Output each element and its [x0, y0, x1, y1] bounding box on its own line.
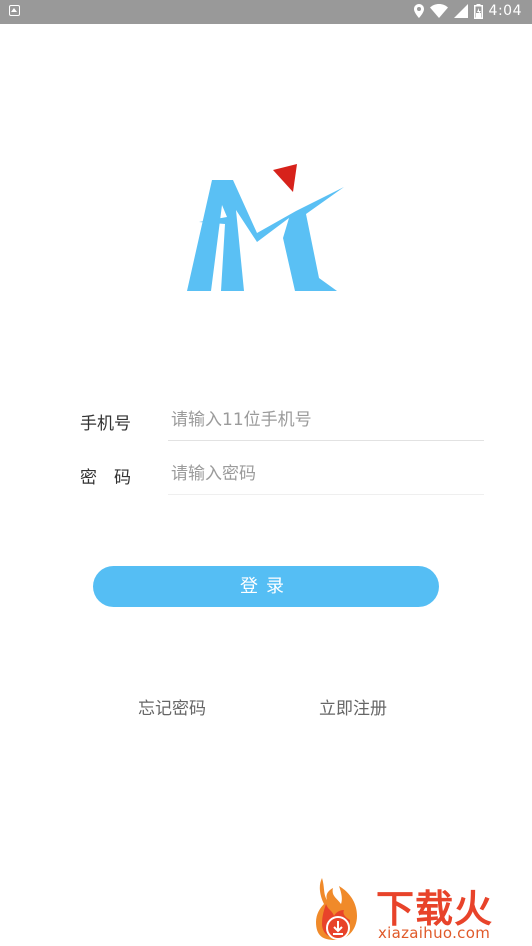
status-time: 4:04	[488, 3, 522, 19]
forgot-password-link[interactable]: 忘记密码	[138, 694, 206, 719]
watermark: 下载火 xiazaihuo.com	[314, 874, 532, 946]
notification-icon	[9, 5, 20, 16]
phone-input[interactable]	[168, 399, 484, 441]
login-button[interactable]: 登录	[93, 566, 439, 607]
location-icon	[413, 4, 424, 18]
logo-accent-triangle	[273, 164, 297, 192]
wifi-icon	[429, 4, 448, 18]
phone-row: 手机号	[80, 399, 484, 443]
flame-download-icon	[316, 878, 357, 940]
password-row: 密 码	[80, 453, 484, 497]
password-label: 密 码	[80, 468, 131, 488]
password-input[interactable]	[168, 453, 484, 495]
status-bar: 4:04	[0, 0, 532, 24]
phone-label: 手机号	[80, 414, 131, 434]
logo-m-shape	[187, 180, 344, 291]
watermark-url: xiazaihuo.com	[378, 924, 491, 942]
status-icons: 4:04	[413, 3, 522, 19]
battery-icon	[473, 3, 483, 19]
signal-icon	[453, 4, 468, 18]
register-link[interactable]: 立即注册	[319, 694, 387, 719]
app-logo	[187, 164, 344, 291]
